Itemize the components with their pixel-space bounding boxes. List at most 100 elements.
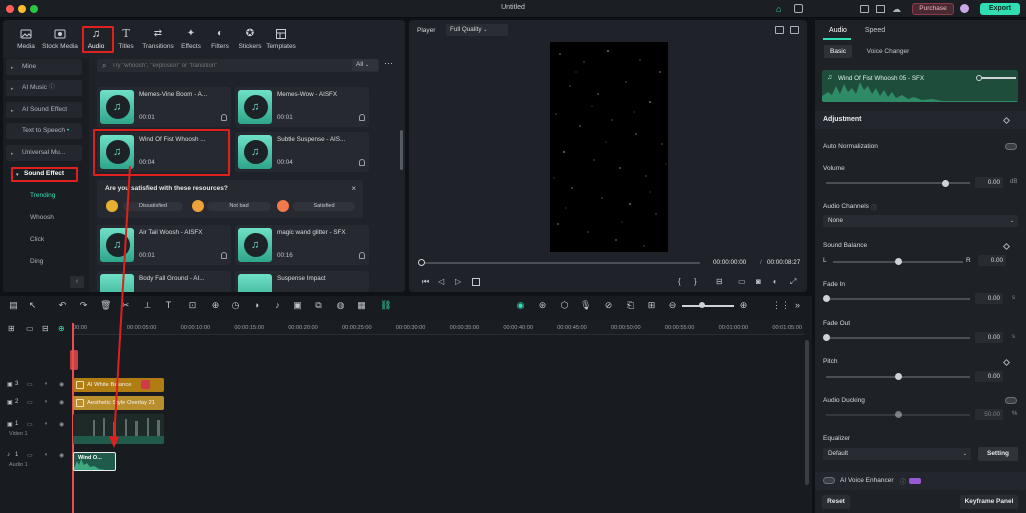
timeline-clip-audio-selected[interactable]: Wind O...	[73, 452, 116, 471]
audio-channels-dropdown[interactable]: None ⌄	[823, 215, 1018, 227]
crop-icon[interactable]: ⊡	[187, 300, 198, 311]
eye-icon[interactable]: ◉	[59, 381, 64, 388]
zoom-out-icon[interactable]: ⊖	[667, 300, 678, 311]
keyframe-panel-button[interactable]: Keyframe Panel	[960, 495, 1018, 509]
equalizer-dropdown[interactable]: Default ⌄	[823, 448, 971, 460]
mosaic-icon[interactable]: ▦	[356, 300, 367, 311]
marker-icon[interactable]: ⬡	[559, 300, 570, 311]
snap-icon[interactable]: ⊕	[58, 324, 65, 333]
zoom-in-icon[interactable]: ⊕	[738, 300, 749, 311]
fade-in-value[interactable]: 0.00	[975, 293, 1003, 304]
split-icon[interactable]: ⟂	[142, 300, 153, 311]
sidebar-sub-trending[interactable]: Trending	[30, 192, 55, 199]
download-icon[interactable]	[359, 252, 365, 259]
sound-balance-value[interactable]: 0.00	[978, 255, 1006, 266]
collapse-sidebar-button[interactable]: ‹	[70, 276, 84, 288]
fade-in-knob[interactable]	[822, 295, 830, 302]
mark-out-icon[interactable]: }	[694, 277, 697, 286]
detach-icon[interactable]: ⊞	[646, 300, 657, 311]
eye-icon[interactable]: ◉	[59, 421, 64, 428]
tab-audio-props[interactable]: Audio	[822, 24, 854, 38]
reset-button[interactable]: Reset	[822, 495, 850, 509]
search-input[interactable]	[112, 60, 346, 71]
audio-edit-icon[interactable]: ♪	[272, 300, 283, 311]
audio-ducking-knob[interactable]	[894, 411, 902, 418]
fade-out-slider[interactable]	[826, 337, 970, 339]
sidebar-item-universal-music[interactable]: Universal Mu...	[6, 145, 82, 161]
purchase-button[interactable]: Purchase	[912, 3, 954, 15]
playhead-knob[interactable]	[418, 259, 425, 266]
volume-knob[interactable]	[942, 180, 950, 187]
track-manager-icon[interactable]: ▭	[26, 324, 34, 333]
select-tool-icon[interactable]: ↖	[27, 300, 38, 311]
download-icon[interactable]	[221, 252, 227, 259]
audio-card[interactable]: ♫ magic wand glitter - SFX 00:16	[235, 225, 369, 265]
auto-normalization-toggle[interactable]	[1005, 143, 1017, 150]
tab-transitions[interactable]: ⇄ Transitions	[140, 28, 176, 58]
snapshot-icon[interactable]	[775, 26, 784, 34]
quality-dropdown[interactable]: Full Quality ⌄	[446, 24, 508, 36]
snapshot-icon[interactable]: ⎗	[625, 300, 636, 311]
download-icon[interactable]	[359, 114, 365, 121]
zoom-knob[interactable]	[699, 302, 705, 308]
eye-icon[interactable]: ◉	[59, 399, 64, 406]
mask-icon[interactable]: ◍	[335, 300, 346, 311]
tab-templates[interactable]: Templates	[263, 28, 299, 58]
equalizer-setting-button[interactable]: Setting	[978, 447, 1018, 461]
audio-ducking-toggle[interactable]	[1005, 397, 1017, 404]
export-button[interactable]: Export	[980, 3, 1020, 15]
text-icon[interactable]: T	[163, 300, 174, 311]
fade-out-value[interactable]: 0.00	[975, 332, 1003, 343]
mute-icon[interactable]: ◖	[44, 399, 48, 405]
pitch-knob[interactable]	[894, 373, 902, 380]
mark-in-icon[interactable]: {	[678, 277, 681, 286]
display-settings-icon[interactable]	[790, 26, 799, 34]
sidebar-item-mine[interactable]: Mine	[6, 59, 82, 75]
sidebar-item-text-to-speech[interactable]: Text to Speech •	[6, 123, 82, 139]
mute-icon[interactable]: ◖	[44, 452, 48, 458]
volume-icon[interactable]: ◖	[772, 277, 777, 286]
transform-icon[interactable]: ⊕	[210, 300, 221, 311]
gift-icon[interactable]: ⌂	[776, 4, 786, 14]
monitor-icon[interactable]	[860, 5, 869, 13]
link-icon[interactable]: ⛓	[380, 300, 391, 311]
tab-speed[interactable]: Speed	[860, 24, 890, 38]
download-icon[interactable]	[221, 114, 227, 121]
sound-balance-knob[interactable]	[894, 258, 902, 265]
ai-voice-enhancer-toggle[interactable]	[823, 477, 835, 484]
sidebar-item-ai-sound-effect[interactable]: AI Sound Effect	[6, 102, 82, 118]
audio-card[interactable]: ♫ Memes-Vine Boom - A... 00:01	[97, 87, 231, 127]
link-tracks-icon[interactable]: ⊟	[42, 324, 49, 333]
color-icon[interactable]: ◑	[251, 300, 262, 311]
cloud-icon[interactable]: ☁	[892, 4, 901, 14]
camera-icon[interactable]: ◙	[756, 277, 761, 286]
undo-icon[interactable]: ↶	[57, 300, 68, 311]
eye-icon[interactable]: ◉	[59, 452, 64, 459]
option-not-bad[interactable]: Not bad	[207, 202, 271, 211]
sidebar-sub-click[interactable]: Click	[30, 236, 44, 243]
download-icon[interactable]	[359, 159, 365, 166]
fade-out-knob[interactable]	[822, 334, 830, 341]
add-track-icon[interactable]: ⊞	[8, 324, 15, 333]
mute-icon[interactable]: ◖	[44, 421, 48, 427]
previous-frame-icon[interactable]: ⏮	[422, 277, 429, 287]
tab-stock-media[interactable]: Stock Media	[42, 28, 78, 58]
zoom-slider[interactable]	[682, 305, 734, 307]
auto-ripple-icon[interactable]: ◉	[515, 300, 526, 311]
stop-icon[interactable]	[472, 278, 480, 286]
sidebar-sub-ding[interactable]: Ding	[30, 258, 43, 265]
sidebar-sub-whoosh[interactable]: Whoosh	[30, 214, 54, 221]
fullscreen-icon[interactable]: ⤢	[790, 277, 796, 287]
step-back-icon[interactable]: ◁	[438, 277, 444, 286]
volume-value[interactable]: 0.00	[975, 177, 1003, 188]
grid-icon[interactable]: ⋮⋮	[772, 300, 790, 311]
folder-icon[interactable]: ▭	[27, 399, 33, 406]
more-options-icon[interactable]: ···	[384, 58, 393, 68]
sidebar-item-ai-music[interactable]: AI Music ⓘ	[6, 80, 82, 96]
record-voice-icon[interactable]: 🎙	[580, 300, 591, 311]
speed-icon[interactable]: ◷	[230, 300, 241, 311]
layout-icon[interactable]	[876, 5, 885, 13]
fade-in-slider[interactable]	[826, 298, 970, 300]
ai-tools-icon[interactable]: ⧉	[313, 300, 324, 311]
audio-card[interactable]: ♫ Subtle Suspense - AIS... 00:04	[235, 132, 369, 172]
